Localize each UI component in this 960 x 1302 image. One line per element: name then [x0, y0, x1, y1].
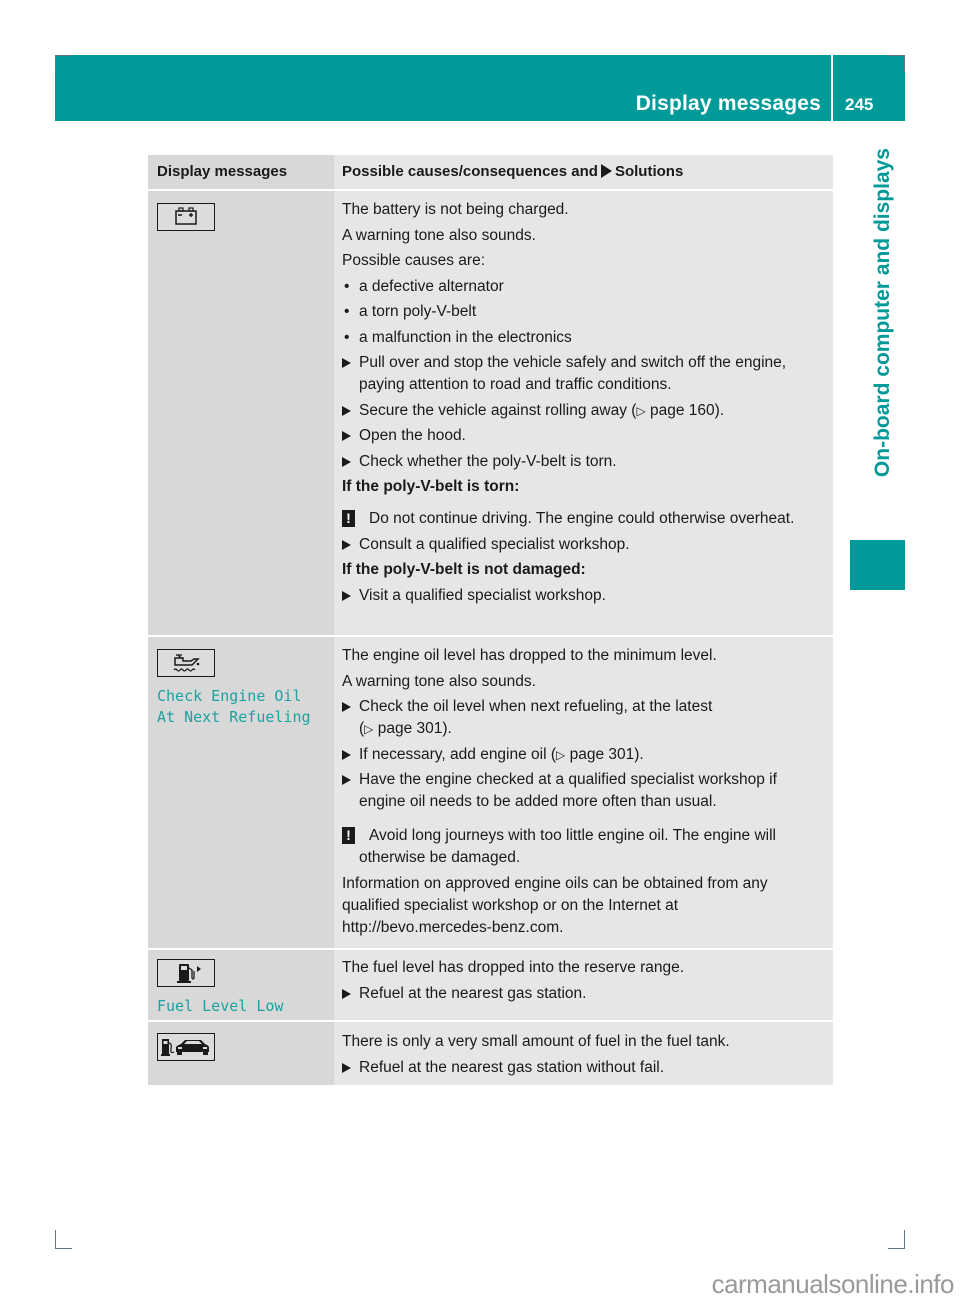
battery-icon — [157, 203, 215, 231]
warning-icon: ! — [342, 827, 355, 844]
step-arrow-icon — [342, 988, 351, 999]
crop-mark — [55, 55, 72, 72]
display-cell: Check Engine Oil At Next Refueling — [148, 637, 334, 948]
step-arrow-icon — [342, 405, 351, 416]
table-header: Display messages Possible causes/consequ… — [148, 155, 833, 191]
display-cell: Fuel Level Low — [148, 950, 334, 1020]
causes-cell: The battery is not being charged. A warn… — [334, 191, 833, 635]
step-arrow-icon — [342, 1062, 351, 1073]
display-messages-table: Display messages Possible causes/consequ… — [148, 155, 833, 1085]
column-header-display: Display messages — [148, 155, 334, 189]
display-message: Fuel Level Low — [157, 997, 284, 1015]
causes-cell: The engine oil level has dropped to the … — [334, 637, 833, 948]
step-arrow-icon — [342, 431, 351, 441]
table-row: Fuel Level Low The fuel level has droppe… — [148, 950, 833, 1022]
table-row: The battery is not being charged. A warn… — [148, 191, 833, 637]
page-reference-link[interactable]: page 160 — [650, 402, 715, 419]
engine-oil-icon — [157, 649, 215, 677]
display-message: Check Engine Oil At Next Refueling — [157, 687, 311, 726]
step-arrow-icon — [342, 590, 351, 601]
display-cell — [148, 1022, 334, 1085]
fuel-pump-icon — [157, 959, 215, 987]
warning-note: ! Do not continue driving. The engine cou… — [342, 508, 825, 530]
solution-step: Refuel at the nearest gas station withou… — [342, 1057, 825, 1079]
list-item: a defective alternator — [342, 276, 825, 298]
solution-arrow-icon — [600, 164, 612, 178]
step-arrow-icon — [342, 539, 351, 550]
page-ref-icon: ▷ — [636, 403, 646, 418]
column-header-causes: Possible causes/consequences and Solution… — [334, 155, 833, 189]
crop-mark — [888, 55, 905, 72]
solution-step: Visit a qualified specialist workshop. — [342, 585, 825, 607]
table-row: There is only a very small amount of fue… — [148, 1022, 833, 1085]
fuel-car-icon — [157, 1033, 215, 1061]
display-cell — [148, 191, 334, 635]
page-ref-icon: ▷ — [364, 722, 374, 736]
solution-step: Open the hood. — [342, 425, 825, 447]
crop-mark — [55, 1230, 72, 1249]
page-reference-link[interactable]: page 301 — [378, 720, 443, 737]
solution-step: Have the engine checked at a qualified s… — [342, 769, 825, 813]
page-title: Display messages — [635, 92, 821, 115]
step-arrow-icon — [342, 775, 351, 785]
step-arrow-icon — [342, 456, 351, 467]
solution-step: Consult a qualified specialist workshop. — [342, 534, 825, 556]
causes-cell: There is only a very small amount of fue… — [334, 1022, 833, 1085]
step-arrow-icon — [342, 702, 351, 712]
solution-step: Check the oil level when next refueling,… — [342, 696, 825, 740]
solution-step: Refuel at the nearest gas station. — [342, 983, 825, 1005]
list-item: a malfunction in the electronics — [342, 327, 825, 349]
page-ref-icon: ▷ — [556, 747, 566, 762]
header-band: Display messages 245 — [55, 55, 905, 121]
table-row: Check Engine Oil At Next Refueling The e… — [148, 637, 833, 950]
subheading: If the poly-V-belt is not damaged: — [342, 561, 586, 578]
side-tab-marker — [850, 540, 905, 590]
solution-step: Secure the vehicle against rolling away … — [342, 400, 825, 422]
watermark: carmanualsonline.info — [711, 1269, 955, 1299]
header-divider — [831, 55, 833, 121]
step-arrow-icon — [342, 749, 351, 760]
solution-step: If necessary, add engine oil (▷ page 301… — [342, 744, 825, 766]
page-number: 245 — [845, 95, 874, 114]
causes-cell: The fuel level has dropped into the rese… — [334, 950, 833, 1020]
page-reference-link[interactable]: page 301 — [570, 746, 635, 763]
warning-icon: ! — [342, 510, 355, 527]
solution-step: Pull over and stop the vehicle safely an… — [342, 352, 825, 396]
side-tab-label: On-board computer and displays — [871, 148, 894, 478]
list-item: a torn poly-V-belt — [342, 301, 825, 323]
warning-note: ! Avoid long journeys with too little eng… — [342, 825, 825, 869]
step-arrow-icon — [342, 358, 351, 368]
solution-step: Check whether the poly-V-belt is torn. — [342, 451, 825, 473]
subheading: If the poly-V-belt is torn: — [342, 478, 520, 495]
crop-mark — [888, 1230, 905, 1249]
side-tab: On-board computer and displays — [868, 148, 898, 518]
